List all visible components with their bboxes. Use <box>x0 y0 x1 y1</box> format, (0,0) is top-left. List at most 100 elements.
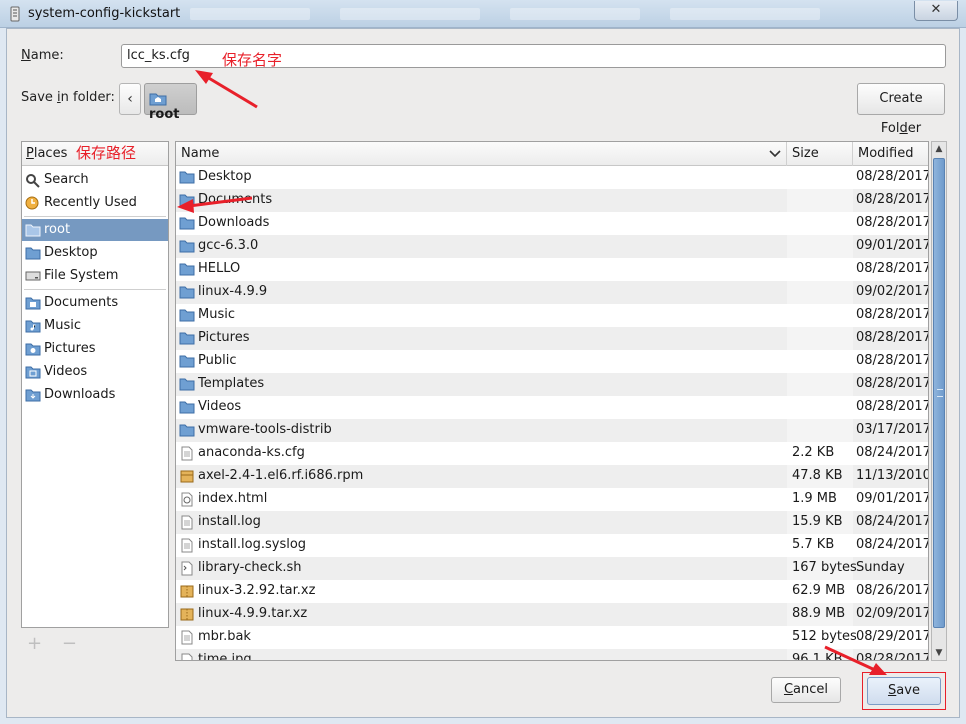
file-row[interactable]: Downloads 08/28/2017 <box>176 212 928 235</box>
file-row[interactable]: Videos 08/28/2017 <box>176 396 928 419</box>
file-row[interactable]: Templates 08/28/2017 <box>176 373 929 396</box>
file-modified: 08/28/2017 <box>856 652 929 661</box>
downloads-folder-icon <box>25 389 41 402</box>
annotation-name: 保存名字 <box>222 51 283 69</box>
file-row[interactable]: install.log 15.9 KB 08/24/2017 <box>176 511 928 534</box>
file-modified: 08/24/2017 <box>856 445 929 460</box>
title-bar: system-config-kickstart ✕ <box>0 0 966 28</box>
remove-bookmark-button[interactable]: − <box>62 633 77 654</box>
file-modified: 08/28/2017 <box>856 169 929 184</box>
name-label: Name: <box>21 48 64 63</box>
column-modified[interactable]: Modified <box>853 142 928 166</box>
path-back-button[interactable]: ‹ <box>119 83 141 115</box>
file-row[interactable]: linux-3.2.92.tar.xz 62.9 MB 08/26/2017 <box>176 580 929 603</box>
close-icon: ✕ <box>930 2 942 17</box>
breadcrumb-root[interactable]: root <box>144 83 197 122</box>
close-button[interactable]: ✕ <box>914 1 958 21</box>
file-name: Downloads <box>198 215 270 230</box>
background-tab-blur <box>340 8 480 20</box>
file-modified: 08/26/2017 <box>856 583 929 598</box>
folder-icon <box>179 309 195 322</box>
file-row[interactable]: time.jpg 96.1 KB 08/28/2017 <box>176 649 929 661</box>
file-row[interactable]: anaconda-ks.cfg 2.2 KB 08/24/2017 <box>176 442 929 465</box>
arrow-to-name <box>206 75 258 109</box>
folder-icon <box>179 401 195 414</box>
sort-chevron-down-icon <box>769 150 781 158</box>
places-item-search[interactable]: Search <box>22 169 168 191</box>
file-name: Videos <box>198 399 242 414</box>
file-name: anaconda-ks.cfg <box>198 445 305 460</box>
places-item-documents[interactable]: Documents <box>22 292 168 314</box>
cancel-button[interactable]: Cancel <box>771 677 841 703</box>
text-file-icon <box>181 446 193 461</box>
file-size: 88.9 MB <box>792 606 846 621</box>
places-item-root[interactable]: root <box>22 219 168 241</box>
add-bookmark-button[interactable]: + <box>27 633 42 654</box>
file-row[interactable]: Public 08/28/2017 <box>176 350 928 373</box>
file-name: mbr.bak <box>198 629 251 644</box>
image-file-icon <box>181 653 193 660</box>
create-folder-button[interactable]: Create Folder <box>857 83 945 136</box>
file-row[interactable]: install.log.syslog 5.7 KB 08/24/2017 <box>176 534 929 557</box>
save-in-folder-label: Save in folder: <box>21 90 115 105</box>
file-modified: 08/29/2017 <box>856 629 929 644</box>
file-modified: 08/24/2017 <box>856 537 929 552</box>
file-row[interactable]: Music 08/28/2017 <box>176 304 928 327</box>
scroll-up-icon[interactable]: ▲ <box>932 142 946 156</box>
column-name[interactable]: Name <box>176 142 787 166</box>
archive-icon <box>180 608 194 621</box>
file-row[interactable]: linux-4.9.9 09/02/2017 <box>176 281 928 304</box>
file-modified: 08/28/2017 <box>856 376 929 391</box>
archive-icon <box>180 585 194 598</box>
dialog-window: system-config-kickstart ✕ Name: lcc_ks.c… <box>0 0 966 724</box>
text-file-icon <box>181 630 193 645</box>
file-row[interactable]: mbr.bak 512 bytes 08/29/2017 <box>176 626 929 649</box>
file-row[interactable]: library-check.sh 167 bytes Sunday <box>176 557 928 580</box>
places-item-desktop[interactable]: Desktop <box>22 242 168 264</box>
places-item-pictures[interactable]: Pictures <box>22 338 168 360</box>
places-item-recently-used[interactable]: Recently Used <box>22 192 168 214</box>
file-name: Pictures <box>198 330 250 345</box>
file-row[interactable]: linux-4.9.9.tar.xz 88.9 MB 02/09/2017 <box>176 603 928 626</box>
file-modified: 09/01/2017 <box>856 238 929 253</box>
file-row[interactable]: Pictures 08/28/2017 <box>176 327 928 350</box>
file-name: install.log.syslog <box>198 537 307 552</box>
scroll-down-icon[interactable]: ▼ <box>932 646 946 660</box>
file-size: 47.8 KB <box>792 468 843 483</box>
folder-icon <box>179 286 195 299</box>
places-header[interactable]: Places 保存路径 <box>22 142 168 166</box>
html-file-icon <box>181 492 193 507</box>
file-row[interactable]: index.html 1.9 MB 09/01/2017 <box>176 488 928 511</box>
file-list-header: Name Size Modified <box>176 142 928 166</box>
file-row[interactable]: Desktop 08/28/2017 <box>176 166 929 189</box>
places-divider <box>24 289 166 290</box>
file-list-scrollbar[interactable]: ▲ ▼ <box>931 141 947 661</box>
file-size: 5.7 KB <box>792 537 835 552</box>
places-item-downloads[interactable]: Downloads <box>22 384 168 406</box>
places-item-videos[interactable]: Videos <box>22 361 168 383</box>
folder-icon <box>179 332 195 345</box>
drive-icon <box>25 271 41 281</box>
file-size: 167 bytes <box>792 560 857 575</box>
file-name: Desktop <box>198 169 252 184</box>
places-panel: Places 保存路径 Search Recently Used root De… <box>21 141 169 628</box>
file-size: 15.9 KB <box>792 514 843 529</box>
column-size[interactable]: Size <box>787 142 853 166</box>
file-row[interactable]: vmware-tools-distrib 03/17/2017 <box>176 419 928 442</box>
file-row[interactable]: gcc-6.3.0 09/01/2017 <box>176 235 929 258</box>
file-row[interactable]: HELLO 08/28/2017 <box>176 258 928 281</box>
app-icon <box>10 6 20 22</box>
folder-icon <box>179 171 195 184</box>
save-button[interactable]: Save <box>867 677 941 705</box>
dialog-content: Name: lcc_ks.cfg 保存名字 Save in folder: ‹ … <box>6 28 960 718</box>
file-size: 62.9 MB <box>792 583 846 598</box>
places-item-music[interactable]: Music <box>22 315 168 337</box>
file-size: 96.1 KB <box>792 652 843 661</box>
file-row[interactable]: Documents 08/28/2017 <box>176 189 928 212</box>
videos-folder-icon <box>25 366 41 379</box>
scroll-thumb[interactable] <box>933 158 945 628</box>
places-item-file-system[interactable]: File System <box>22 265 168 287</box>
folder-icon <box>179 240 195 253</box>
file-row[interactable]: axel-2.4-1.el6.rf.i686.rpm 47.8 KB 11/13/2… <box>176 465 928 488</box>
folder-icon <box>179 263 195 276</box>
